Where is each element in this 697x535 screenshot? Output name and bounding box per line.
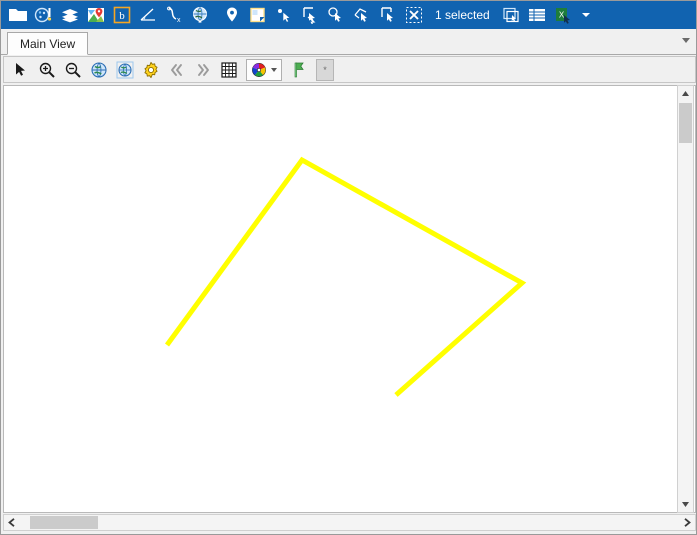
svg-text:x: x: [177, 17, 181, 24]
clear-selection-icon[interactable]: [401, 3, 427, 27]
tab-menu-caret-icon[interactable]: [682, 38, 690, 43]
open-folder-icon[interactable]: [5, 3, 31, 27]
globe-icon[interactable]: [187, 3, 213, 27]
scroll-right-arrow-icon[interactable]: [680, 515, 695, 530]
ribbon-overflow-caret[interactable]: [576, 3, 596, 27]
next-view-icon[interactable]: [190, 58, 216, 82]
select-point-icon[interactable]: [271, 3, 297, 27]
selection-status-label: 1 selected: [435, 8, 490, 22]
zoom-out-icon[interactable]: [60, 58, 86, 82]
tab-strip: Main View: [1, 29, 696, 55]
color-wheel-icon: [252, 62, 266, 77]
note-icon[interactable]: [245, 3, 271, 27]
zoom-in-icon[interactable]: [34, 58, 60, 82]
grid-toggle-icon[interactable]: [216, 58, 242, 82]
previous-view-icon[interactable]: [164, 58, 190, 82]
color-palette-combo[interactable]: [246, 58, 282, 81]
table-view-icon[interactable]: [524, 3, 550, 27]
more-options-label: *: [323, 64, 327, 75]
location-marker-icon[interactable]: [219, 3, 245, 27]
vertical-scrollbar-thumb[interactable]: [679, 103, 692, 143]
map-canvas[interactable]: y x z 100m: [4, 86, 676, 512]
measure-angle-icon[interactable]: [135, 3, 161, 27]
main-ribbon-toolbar: b x 1 selected X: [1, 1, 696, 29]
select-lasso-icon[interactable]: [349, 3, 375, 27]
tab-main-view[interactable]: Main View: [7, 32, 89, 55]
tab-main-view-label: Main View: [20, 36, 76, 51]
vertical-scrollbar[interactable]: [677, 85, 694, 513]
horizontal-scrollbar-thumb[interactable]: [30, 516, 98, 529]
curve-icon[interactable]: x: [161, 3, 187, 27]
map-pin-icon[interactable]: [83, 3, 109, 27]
copy-selection-icon[interactable]: [498, 3, 524, 27]
scroll-down-arrow-icon[interactable]: [678, 497, 693, 512]
selected-polyline[interactable]: [4, 86, 676, 512]
more-options-button[interactable]: *: [316, 58, 334, 81]
color-combo-caret-icon[interactable]: [271, 67, 277, 72]
basemap-icon[interactable]: b: [109, 3, 135, 27]
application-window: b x 1 selected X Main View *: [0, 0, 697, 535]
select-circle-icon[interactable]: [323, 3, 349, 27]
svg-text:X: X: [559, 11, 565, 20]
export-excel-icon[interactable]: X: [550, 3, 576, 27]
select-rect-icon[interactable]: [297, 3, 323, 27]
svg-text:b: b: [119, 10, 125, 22]
zoom-extent-icon[interactable]: [86, 58, 112, 82]
scroll-up-arrow-icon[interactable]: [678, 86, 693, 101]
settings-gear-icon[interactable]: [138, 58, 164, 82]
map-canvas-container[interactable]: y x z 100m: [3, 85, 696, 513]
select-polygon-icon[interactable]: [375, 3, 401, 27]
palette-styles-icon[interactable]: [31, 3, 57, 27]
zoom-selection-icon[interactable]: [112, 58, 138, 82]
scroll-left-arrow-icon[interactable]: [4, 515, 19, 530]
bookmark-flag-icon[interactable]: [286, 58, 312, 82]
layers-icon[interactable]: [57, 3, 83, 27]
horizontal-scrollbar[interactable]: [3, 514, 696, 531]
view-toolbar: *: [3, 56, 696, 83]
pointer-tool-icon[interactable]: [8, 58, 34, 82]
